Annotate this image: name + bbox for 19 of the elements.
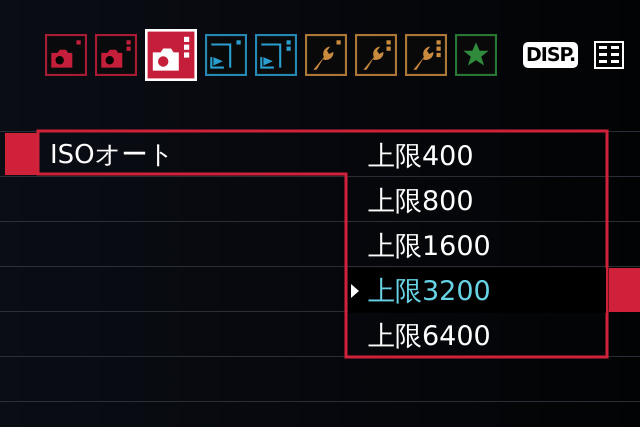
menu-tab[interactable] <box>95 34 137 76</box>
cursor-icon <box>350 282 360 298</box>
option-item[interactable]: 上限1600 <box>348 223 606 268</box>
menu-tab[interactable] <box>205 34 247 76</box>
option-item[interactable]: 上限400 <box>348 133 606 178</box>
menu-tab[interactable] <box>405 34 447 76</box>
grid-icon <box>594 40 624 68</box>
option-item[interactable]: 上限3200 <box>348 268 606 313</box>
disp-button[interactable]: DISP. <box>523 42 578 68</box>
scroll-marker <box>609 268 640 312</box>
option-item[interactable]: 上限6400 <box>348 313 606 358</box>
menu-tab[interactable] <box>255 34 297 76</box>
option-item[interactable]: 上限800 <box>348 178 606 223</box>
menu-tab[interactable] <box>305 34 347 76</box>
menu-tab[interactable] <box>455 34 497 76</box>
menu-tab[interactable] <box>355 34 397 76</box>
selection-marker <box>5 133 38 175</box>
menu-tab[interactable] <box>45 34 87 76</box>
menu-item[interactable]: ISOオート <box>50 136 175 172</box>
